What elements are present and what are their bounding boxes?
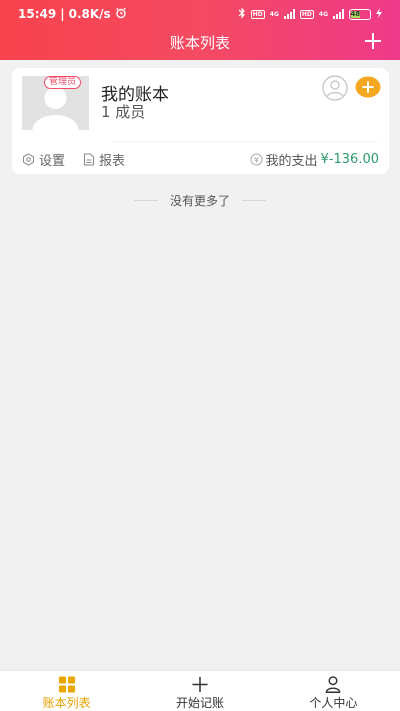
nav-start-record[interactable]: 开始记账 (133, 671, 266, 711)
list-end-text: 没有更多了 (169, 193, 230, 208)
plus-icon (192, 676, 208, 693)
charging-icon (376, 7, 382, 21)
member-count: 1 成员 (101, 103, 146, 121)
settings-label: 设置 (39, 153, 66, 169)
add-member-button[interactable] (355, 76, 381, 98)
hd-badge-2: HD (299, 9, 314, 19)
status-left: 15:49 | 0.8K/s (18, 7, 127, 22)
plus-circle-icon (355, 76, 381, 98)
battery-icon: 48 (349, 8, 371, 20)
status-separator: | (60, 7, 65, 21)
report-label: 报表 (99, 153, 126, 169)
settings-icon (23, 152, 34, 166)
divider-line (242, 199, 266, 201)
battery-level: 48 (350, 10, 361, 18)
card-divider (112, 141, 379, 142)
coin-icon (250, 153, 263, 165)
nav-ledger-list[interactable]: 账本列表 (0, 671, 133, 711)
settings-link[interactable]: 设置 (22, 150, 65, 169)
card-footer: 设置 报表 我的支出 ¥-136.00 (22, 150, 379, 169)
grid-icon (58, 676, 75, 693)
bluetooth-icon (238, 7, 246, 22)
nav-label: 个人中心 (309, 696, 358, 710)
ledger-card[interactable]: 管理员 我的账本 1 成员 设置 报表 我的支出 ¥-136.00 (12, 68, 389, 174)
network-type: 4G (269, 10, 279, 18)
app-header: 15:49 | 0.8K/s HD 4G HD 4G 48 账本列表 (0, 0, 400, 60)
nav-personal-center[interactable]: 个人中心 (267, 671, 400, 711)
status-right: HD 4G HD 4G 48 (238, 7, 382, 22)
plus-icon (365, 33, 381, 49)
my-spend: 我的支出 ¥-136.00 (250, 150, 379, 169)
status-bar: 15:49 | 0.8K/s HD 4G HD 4G 48 (0, 0, 400, 28)
network-type-2: 4G (318, 10, 328, 18)
title-bar: 账本列表 (0, 28, 400, 56)
list-end-indicator: 没有更多了 (0, 192, 400, 208)
signal-icon-2 (333, 9, 344, 19)
signal-icon (283, 9, 295, 19)
divider-line (133, 199, 158, 201)
role-badge: 管理员 (44, 76, 82, 89)
add-ledger-button[interactable] (362, 30, 384, 52)
bottom-nav: 账本列表 开始记账 个人中心 (0, 670, 400, 711)
user-circle-icon (322, 75, 348, 101)
spend-label: 我的支出 (265, 153, 318, 169)
network-speed: 0.8K/s (68, 7, 111, 21)
report-icon (84, 153, 95, 165)
user-icon (325, 676, 341, 693)
alarm-icon (115, 7, 127, 22)
nav-label: 开始记账 (175, 696, 224, 710)
status-time: 15:49 (18, 7, 57, 21)
page-title: 账本列表 (169, 33, 230, 52)
member-avatar-button[interactable] (322, 75, 348, 101)
hd-badge: HD (250, 9, 265, 19)
report-link[interactable]: 报表 (83, 150, 125, 169)
spend-amount: ¥-136.00 (320, 151, 379, 167)
nav-label: 账本列表 (42, 696, 91, 710)
